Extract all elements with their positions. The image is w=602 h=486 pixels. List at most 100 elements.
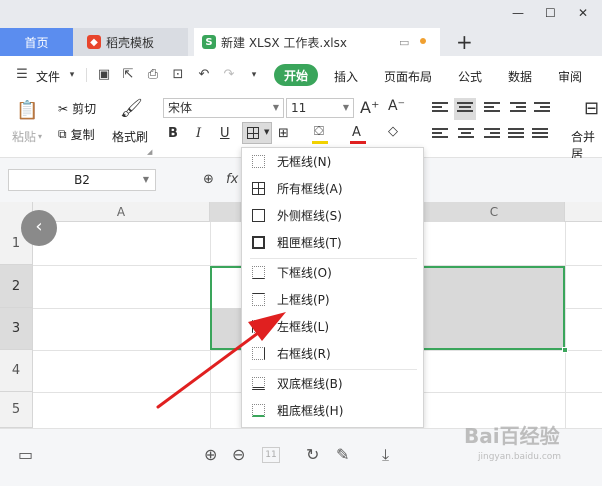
menu-start[interactable]: 开始: [274, 64, 318, 86]
layout-icon[interactable]: ▭: [18, 445, 33, 464]
column-header-c[interactable]: C: [424, 202, 565, 222]
menu-item-left-border[interactable]: 左框线(L): [242, 313, 423, 340]
clipboard-dialog-launcher-icon[interactable]: ◢: [147, 148, 152, 156]
page-number-box[interactable]: 11: [262, 447, 280, 463]
menu-item-no-border[interactable]: 无框线(N): [242, 148, 423, 175]
spreadsheet-icon: S: [202, 35, 216, 49]
underline-button[interactable]: U: [220, 126, 230, 141]
menu-data[interactable]: 数据: [508, 68, 532, 85]
menu-item-outside-borders[interactable]: 外侧框线(S): [242, 202, 423, 229]
print-icon[interactable]: ⎙: [145, 67, 161, 83]
monitor-icon[interactable]: ▭: [399, 36, 409, 49]
increase-font-icon[interactable]: A⁺: [360, 98, 379, 117]
chevron-down-icon[interactable]: ▾: [64, 67, 80, 83]
left-border-icon: [252, 320, 265, 333]
menu-item-label: 右框线(R): [277, 347, 331, 361]
pencil-icon[interactable]: ✎: [336, 445, 349, 464]
menu-insert[interactable]: 插入: [334, 68, 358, 85]
menu-item-right-border[interactable]: 右框线(R): [242, 340, 423, 367]
menu-item-label: 下框线(O): [277, 266, 332, 280]
fill-color-icon[interactable]: ⛋: [314, 124, 324, 139]
font-name-select[interactable]: 宋体 ▼: [163, 98, 284, 118]
menu-item-double-bottom-border[interactable]: 双底框线(B): [242, 370, 423, 397]
zoom-formula-icon[interactable]: ⊕: [203, 172, 214, 187]
paste-button[interactable]: 粘贴 ▾: [12, 128, 42, 145]
decrease-indent-icon[interactable]: [510, 102, 526, 116]
merge-cells-icon[interactable]: ⊟: [584, 98, 599, 119]
maximize-icon[interactable]: ☐: [545, 6, 556, 20]
menu-item-label: 粗底框线(H): [277, 404, 344, 418]
menu-page-layout[interactable]: 页面布局: [384, 68, 432, 85]
minimize-icon[interactable]: —: [512, 6, 524, 20]
row-header-3[interactable]: 3: [0, 308, 33, 350]
align-right-icon[interactable]: [484, 128, 500, 142]
borders-button[interactable]: ▼: [242, 122, 272, 144]
bold-button[interactable]: B: [168, 126, 178, 141]
format-painter-button[interactable]: 格式刷: [112, 128, 148, 145]
right-border-icon: [252, 347, 265, 360]
close-window-icon[interactable]: ✕: [578, 6, 588, 20]
font-color-button[interactable]: A: [352, 125, 361, 140]
align-top-icon[interactable]: [432, 102, 448, 116]
tab-home[interactable]: 首页: [0, 28, 73, 56]
print-preview-icon[interactable]: ⊡: [170, 67, 186, 83]
tab-template[interactable]: ◆ 稻壳模板: [73, 28, 188, 56]
increase-indent-icon[interactable]: [534, 102, 550, 116]
font-size-select[interactable]: 11 ▼: [286, 98, 354, 118]
font-color-glyph: A: [352, 125, 361, 140]
undo-icon[interactable]: ↶: [196, 67, 212, 83]
thick-box-border-icon: [252, 236, 265, 249]
back-button[interactable]: ‹: [21, 210, 57, 246]
double-bottom-border-icon: [252, 377, 265, 390]
rotate-icon[interactable]: ↻: [306, 445, 319, 464]
paste-icon[interactable]: 📋: [16, 100, 38, 122]
name-box-value: B2: [74, 173, 90, 187]
align-left-icon[interactable]: [432, 128, 448, 142]
menu-item-thick-bottom-border[interactable]: 粗底框线(H): [242, 397, 423, 424]
redo-icon[interactable]: ↷: [221, 67, 237, 83]
decrease-font-icon[interactable]: A⁻: [388, 98, 405, 114]
distributed-icon[interactable]: [532, 128, 548, 142]
new-tab-icon[interactable]: +: [456, 30, 473, 54]
export-icon[interactable]: ⇱: [120, 67, 136, 83]
unsaved-dot-icon: [420, 38, 426, 44]
name-box[interactable]: B2 ▼: [8, 169, 156, 191]
column-header-a[interactable]: A: [33, 202, 210, 222]
download-icon[interactable]: ⤓: [382, 445, 389, 465]
save-icon[interactable]: ▣: [96, 67, 112, 83]
align-bottom-icon[interactable]: [484, 102, 500, 116]
more-quick-icon[interactable]: ▾: [246, 67, 262, 83]
zoom-in-icon[interactable]: ⊕: [204, 445, 217, 464]
align-center-icon[interactable]: [458, 128, 474, 142]
row-header-4[interactable]: 4: [0, 350, 33, 392]
eraser-icon[interactable]: ◇: [388, 124, 398, 139]
merge-center-button[interactable]: 合并居: [571, 128, 602, 162]
active-cell-b2[interactable]: [212, 268, 242, 308]
fill-handle[interactable]: [562, 347, 568, 353]
tab-home-label: 首页: [24, 35, 49, 50]
tab-spreadsheet-file[interactable]: S 新建 XLSX 工作表.xlsx ▭: [194, 28, 440, 56]
chevron-down-icon: ▼: [264, 128, 270, 136]
copy-button[interactable]: ⧉ 复制: [58, 126, 95, 143]
justify-icon[interactable]: [508, 128, 524, 142]
italic-button[interactable]: I: [196, 126, 201, 141]
menu-item-top-border[interactable]: 上框线(P): [242, 286, 423, 313]
fill-color-swatch: [312, 141, 328, 144]
menu-review[interactable]: 审阅: [558, 68, 582, 85]
row-header-2[interactable]: 2: [0, 265, 33, 308]
menu-item-bottom-border[interactable]: 下框线(O): [242, 259, 423, 286]
row-header-5[interactable]: 5: [0, 392, 33, 428]
format-painter-icon[interactable]: 🖌: [120, 98, 143, 119]
cut-button[interactable]: ✂ 剪切: [58, 100, 96, 117]
menu-item-all-borders[interactable]: 所有框线(A): [242, 175, 423, 202]
zoom-out-icon[interactable]: ⊖: [232, 445, 245, 464]
menu-file[interactable]: 文件: [36, 68, 60, 85]
font-size-value: 11: [291, 101, 307, 115]
hamburger-icon[interactable]: ☰: [14, 67, 30, 83]
menu-formula[interactable]: 公式: [458, 68, 482, 85]
function-icon[interactable]: fx: [226, 172, 238, 187]
column-header-b[interactable]: [210, 202, 241, 222]
scissors-icon: ✂: [58, 101, 69, 116]
cell-style-icon[interactable]: ⊞: [278, 126, 289, 141]
menu-item-thick-box-border[interactable]: 粗匣框线(T): [242, 229, 423, 256]
